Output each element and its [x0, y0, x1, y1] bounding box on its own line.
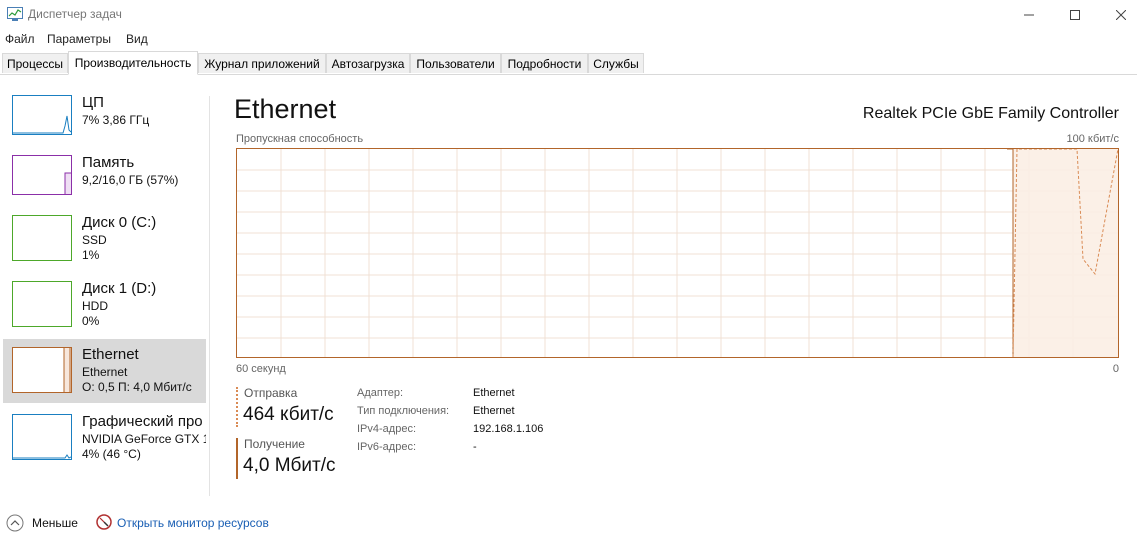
sidebar-item-disk-0[interactable]: Диск 0 (C:) SSD 1%: [3, 207, 206, 269]
disk-1-thumbnail-graph: [12, 281, 72, 327]
sidebar-item-cpu[interactable]: ЦП 7% 3,86 ГГц: [3, 87, 206, 149]
sidebar-item-detail: 1%: [82, 248, 100, 262]
tab-services[interactable]: Службы: [588, 53, 644, 73]
fewer-details-button[interactable]: Меньше: [32, 516, 78, 530]
connection-type-value: Ethernet: [473, 405, 515, 417]
title-bar: [0, 0, 1137, 30]
adapter-label: Адаптер:: [357, 387, 404, 399]
minimize-button[interactable]: [1006, 0, 1052, 30]
sidebar-item-detail: SSD: [82, 233, 107, 247]
sidebar-item-title: Графический про: [82, 413, 203, 430]
page-title: Ethernet: [234, 94, 337, 124]
receive-series-line: [1007, 149, 1014, 357]
sidebar-item-ethernet[interactable]: Ethernet Ethernet О: 0,5 П: 4,0 Мбит/с: [3, 339, 206, 403]
sidebar-item-detail: 4% (46 °C): [82, 447, 141, 461]
cpu-thumbnail-graph: [12, 95, 72, 135]
sidebar-item-disk-1[interactable]: Диск 1 (D:) HDD 0%: [3, 273, 206, 335]
sidebar-item-memory[interactable]: Память 9,2/16,0 ГБ (57%): [3, 147, 206, 209]
resource-monitor-icon: [96, 514, 112, 533]
tab-startup[interactable]: Автозагрузка: [326, 53, 410, 73]
sidebar-item-detail: 0%: [82, 314, 100, 328]
send-value: 464 кбит/с: [243, 404, 334, 425]
close-button[interactable]: [1098, 0, 1137, 30]
graph-min-label: 0: [1112, 363, 1119, 375]
sidebar-item-gpu[interactable]: Графический про NVIDIA GeForce GTX 166 4…: [3, 405, 206, 467]
maximize-button[interactable]: [1052, 0, 1098, 30]
close-icon: [1116, 10, 1126, 20]
sidebar-item-title: Диск 1 (D:): [82, 280, 157, 297]
receive-label: Получение: [244, 437, 305, 451]
tab-performance[interactable]: Производительность: [68, 51, 198, 75]
ipv6-label: IPv6-адрес:: [357, 441, 417, 453]
ipv4-label: IPv4-адрес:: [357, 423, 417, 435]
throughput-graph: [236, 148, 1119, 358]
send-label: Отправка: [244, 386, 298, 400]
device-name: Realtek PCIe GbE Family Controller: [862, 105, 1119, 122]
sidebar-item-detail: 9,2/16,0 ГБ (57%): [82, 173, 179, 187]
graph-label: Пропускная способность: [236, 133, 364, 145]
ipv4-value: 192.168.1.106: [473, 423, 544, 435]
fewer-details-chevron-icon[interactable]: [6, 514, 24, 535]
tab-users[interactable]: Пользователи: [410, 53, 501, 73]
memory-thumbnail-graph: [12, 155, 72, 195]
sidebar-item-title: Память: [82, 154, 135, 171]
adapter-value: Ethernet: [473, 387, 515, 399]
ipv6-value: -: [473, 441, 477, 453]
task-manager-app-icon: [7, 7, 23, 21]
sidebar-item-detail: NVIDIA GeForce GTX 166: [82, 432, 206, 446]
tab-details[interactable]: Подробности: [501, 53, 588, 73]
ethernet-thumbnail-graph: [12, 347, 72, 393]
maximize-icon: [1070, 10, 1080, 20]
open-resource-monitor-link[interactable]: Открыть монитор ресурсов: [117, 516, 269, 530]
tab-processes[interactable]: Процессы: [2, 53, 68, 73]
sidebar-item-title: ЦП: [82, 94, 104, 111]
window-title: Диспетчер задач: [28, 7, 122, 21]
connection-type-label: Тип подключения:: [357, 405, 450, 417]
sidebar-item-title: Диск 0 (C:): [82, 214, 157, 231]
disk-0-thumbnail-graph: [12, 215, 72, 261]
sidebar-item-detail: Ethernet: [82, 365, 128, 379]
tab-app-history[interactable]: Журнал приложений: [198, 53, 326, 73]
receive-indicator: [236, 438, 238, 479]
gpu-thumbnail-graph: [12, 414, 72, 460]
sidebar-item-detail: HDD: [82, 299, 108, 313]
graph-max-label: 100 кбит/с: [1066, 133, 1119, 145]
menu-view[interactable]: Вид: [126, 32, 148, 46]
send-indicator: [236, 387, 238, 427]
menu-file[interactable]: Файл: [5, 32, 35, 46]
menu-options[interactable]: Параметры: [47, 32, 111, 46]
minimize-icon: [1024, 14, 1034, 16]
sidebar-item-detail: 7% 3,86 ГГц: [82, 113, 150, 127]
receive-value: 4,0 Мбит/с: [243, 455, 336, 476]
sidebar-item-detail: О: 0,5 П: 4,0 Мбит/с: [82, 380, 192, 394]
graph-time-label: 60 секунд: [236, 363, 286, 375]
sidebar-divider: [209, 96, 210, 496]
sidebar-item-title: Ethernet: [82, 346, 139, 363]
